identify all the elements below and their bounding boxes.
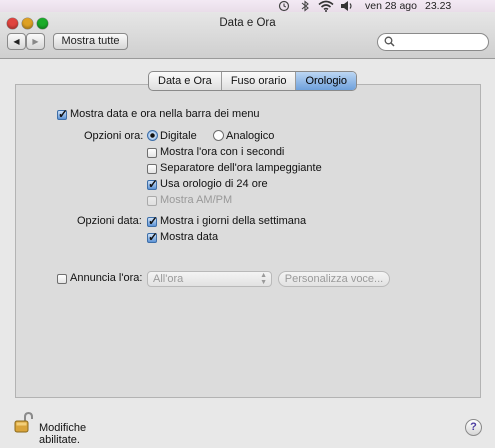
announce-interval-value: All'ora (153, 273, 184, 285)
bluetooth-icon[interactable] (300, 0, 310, 12)
time-options-label: Opzioni ora: (84, 130, 144, 142)
volume-icon[interactable] (340, 0, 354, 12)
updown-arrows-icon: ▲ ▼ (260, 272, 267, 286)
unlocked-padlock-icon[interactable] (14, 411, 34, 437)
show-seconds-label[interactable]: Mostra l'ora con i secondi (160, 146, 284, 158)
help-button[interactable]: ? (465, 419, 482, 436)
show-weekday-checkbox[interactable]: ✓ (147, 214, 159, 228)
search-icon (384, 36, 395, 50)
announce-time-label[interactable]: Annuncia l'ora: (70, 272, 142, 284)
show-date-checkbox[interactable]: ✓ (147, 230, 159, 244)
digital-label[interactable]: Digitale (160, 130, 197, 142)
flash-separators-checkbox[interactable] (147, 164, 157, 174)
analog-radio[interactable] (213, 130, 224, 141)
search-input[interactable] (377, 33, 489, 51)
checkmark-icon: ✓ (148, 214, 159, 228)
menubar-time[interactable]: 23.23 (425, 0, 451, 12)
forward-arrow-icon: ▶ (32, 37, 39, 46)
show-ampm-checkbox (147, 196, 157, 206)
show-ampm-label: Mostra AM/PM (160, 194, 233, 206)
window-toolbar: Data e Ora ◀ ▶ Mostra tutte (0, 12, 495, 59)
announce-time-checkbox[interactable] (57, 274, 67, 284)
tab-time-zone[interactable]: Fuso orario (222, 72, 297, 90)
analog-label[interactable]: Analogico (226, 130, 274, 142)
menubar-date[interactable]: ven 28 ago (365, 0, 417, 12)
show-seconds-checkbox[interactable] (147, 148, 157, 158)
window-title: Data e Ora (219, 17, 276, 29)
use-24h-label[interactable]: Usa orologio di 24 ore (160, 178, 268, 190)
show-date-label[interactable]: Mostra data (160, 231, 218, 243)
use-24h-checkbox[interactable]: ✓ (147, 177, 159, 191)
checkmark-icon: ✓ (148, 177, 159, 191)
show-in-menubar-label[interactable]: Mostra data e ora nella barra dei menu (70, 108, 260, 120)
tab-bar: Data e Ora Fuso orario Orologio (148, 71, 358, 91)
show-weekday-label[interactable]: Mostra i giorni della settimana (160, 215, 306, 227)
digital-radio[interactable] (147, 130, 158, 141)
tab-date-time[interactable]: Data e Ora (149, 72, 222, 90)
show-in-menubar-checkbox[interactable]: ✓ (57, 107, 69, 121)
forward-button[interactable]: ▶ (26, 33, 45, 50)
checkmark-icon: ✓ (58, 107, 69, 121)
show-all-button[interactable]: Mostra tutte (53, 33, 128, 50)
back-button[interactable]: ◀ (7, 33, 26, 50)
lock-status-text: Modifiche abilitate. (39, 422, 87, 446)
time-machine-icon[interactable] (278, 0, 290, 12)
wifi-icon[interactable] (318, 0, 334, 12)
back-arrow-icon: ◀ (13, 37, 20, 46)
tab-clock[interactable]: Orologio (296, 72, 357, 90)
customize-voice-button: Personalizza voce... (278, 271, 390, 287)
announce-interval-select: All'ora ▲ ▼ (147, 271, 272, 287)
checkmark-icon: ✓ (148, 230, 159, 244)
date-options-label: Opzioni data: (77, 215, 142, 227)
flash-separators-label[interactable]: Separatore dell'ora lampeggiante (160, 162, 322, 174)
